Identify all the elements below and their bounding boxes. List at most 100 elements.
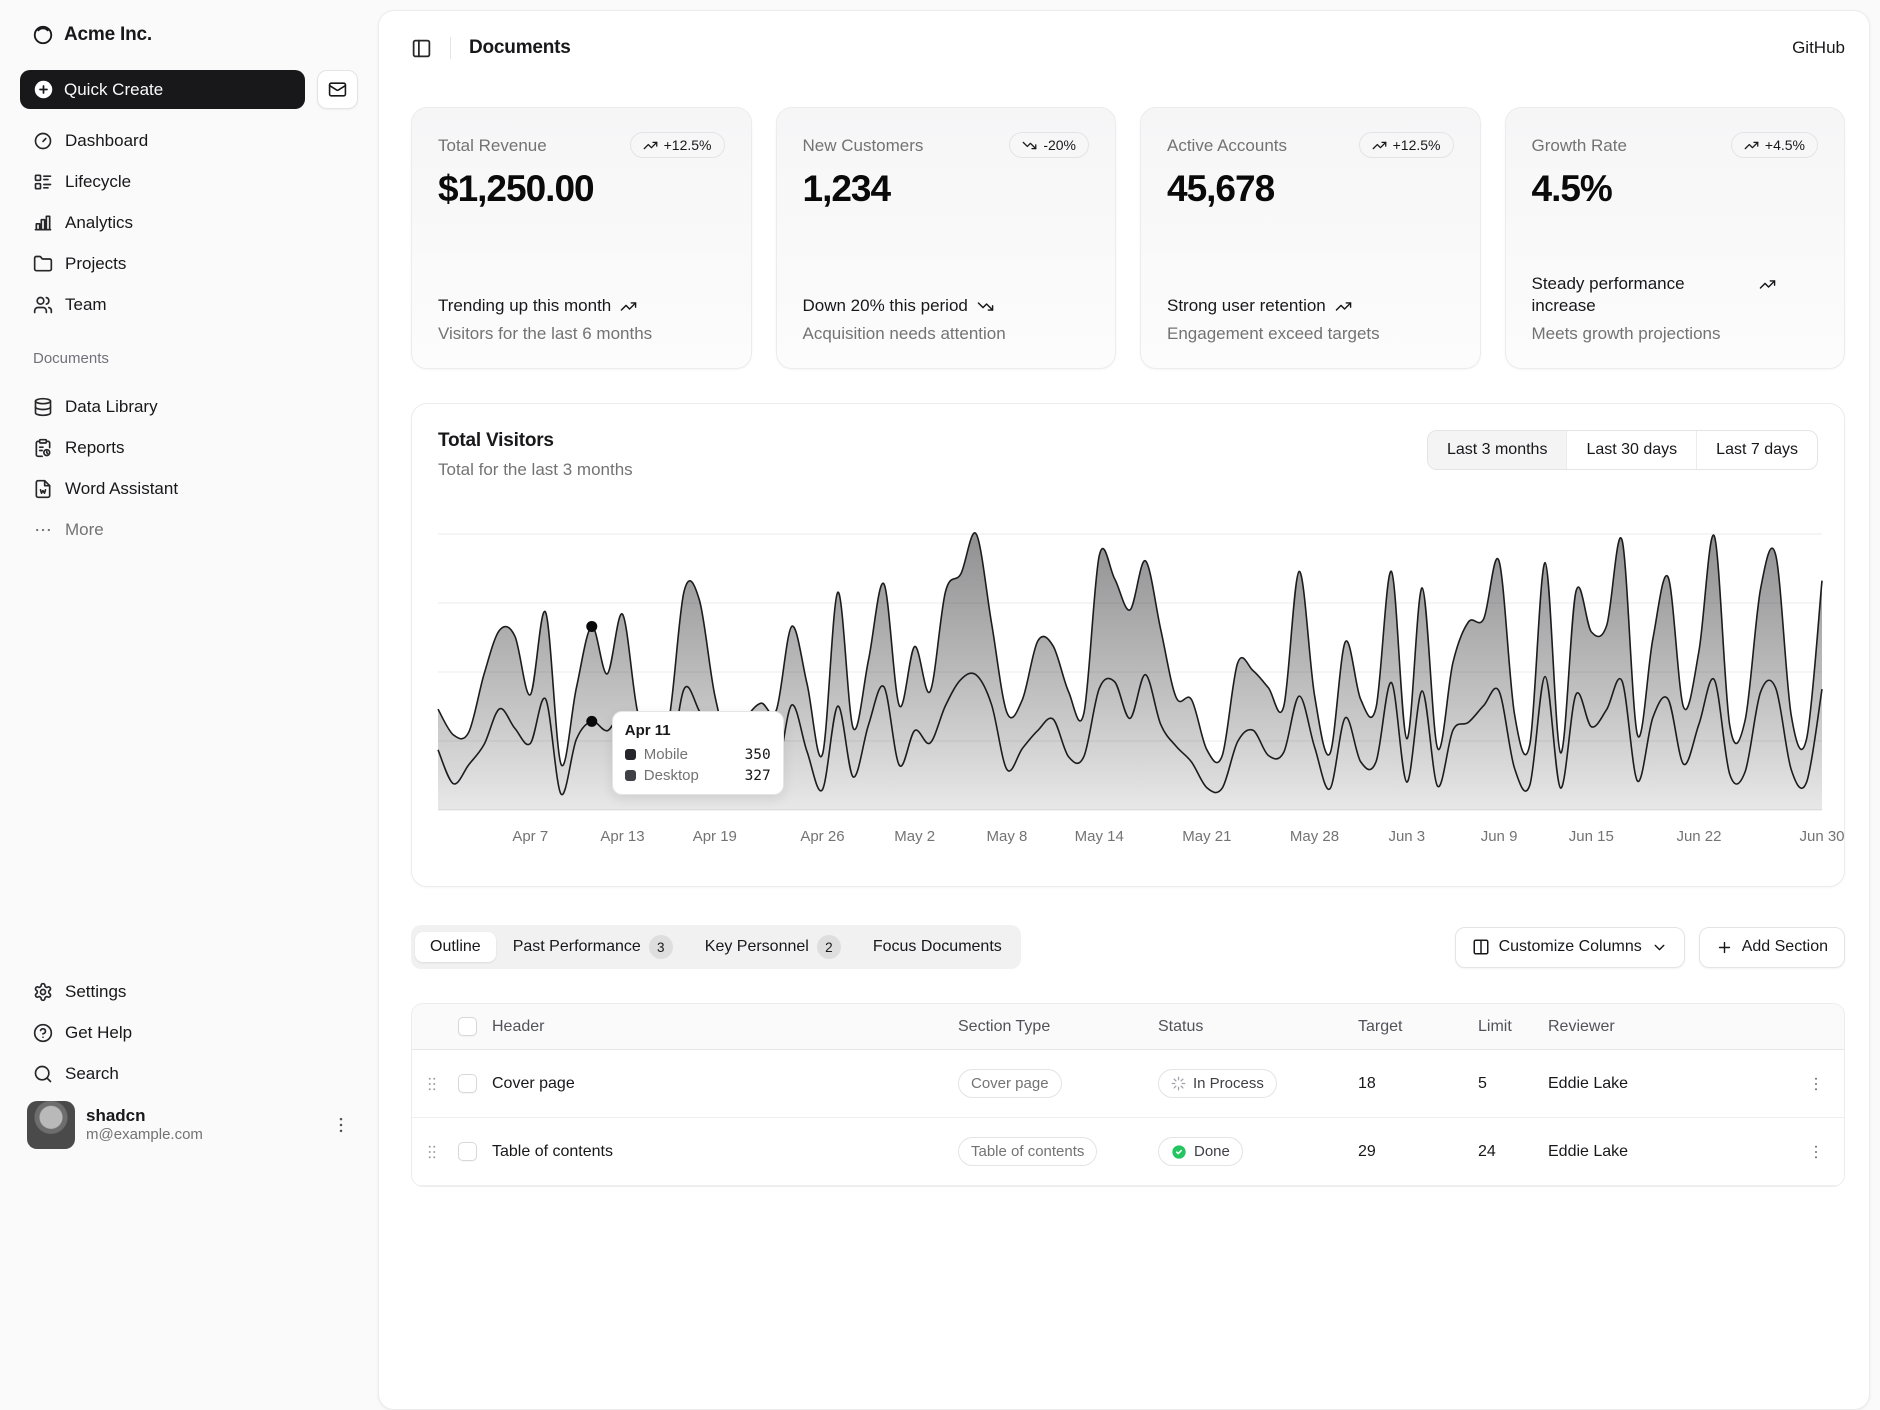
row-reviewer[interactable]: Eddie Lake (1548, 1075, 1788, 1093)
trending-up-icon (1335, 298, 1352, 315)
tab-key-personnel[interactable]: Key Personnel 2 (690, 929, 856, 965)
customize-columns-button[interactable]: Customize Columns (1455, 927, 1685, 968)
tooltip-date: Apr 11 (625, 722, 771, 739)
main-nav: Dashboard Lifecycle Analytics Projects T… (20, 121, 358, 324)
card-label: Total Revenue (438, 132, 547, 156)
row-reviewer[interactable]: Eddie Lake (1548, 1143, 1788, 1161)
sidebar-item-analytics[interactable]: Analytics (20, 203, 358, 242)
row-menu-icon[interactable] (1788, 1075, 1844, 1093)
sidebar-item-data-library[interactable]: Data Library (20, 387, 358, 426)
user-menu[interactable]: shadcn m@example.com (20, 1093, 358, 1157)
table-row[interactable]: Cover page Cover page In Process 18 5 Ed… (412, 1050, 1844, 1118)
range-last-7-days[interactable]: Last 7 days (1696, 431, 1817, 469)
dots-icon (33, 520, 53, 540)
plus-icon (1716, 939, 1733, 956)
row-target[interactable]: 18 (1358, 1075, 1478, 1093)
trending-down-icon (1022, 138, 1037, 153)
x-tick-label: Jun 15 (1569, 828, 1614, 845)
row-limit[interactable]: 24 (1478, 1143, 1548, 1161)
trend-badge: -20% (1009, 132, 1089, 158)
desktop-series-swatch (625, 770, 636, 781)
main-panel: Documents GitHub Total Revenue +12.5% $1… (378, 10, 1870, 1410)
x-tick-label: Jun 22 (1676, 828, 1721, 845)
range-toggle-group: Last 3 months Last 30 days Last 7 days (1427, 430, 1818, 470)
page-title: Documents (469, 37, 571, 59)
sidebar-item-dashboard[interactable]: Dashboard (20, 121, 358, 160)
footer-nav: Settings Get Help Search (20, 972, 358, 1093)
trend-badge: +12.5% (1359, 132, 1454, 158)
section-type-badge: Cover page (958, 1069, 1062, 1098)
sidebar-item-more[interactable]: More (20, 510, 358, 549)
sidebar-item-get-help[interactable]: Get Help (20, 1013, 358, 1052)
sections-table: Header Section Type Status Target Limit … (411, 1003, 1845, 1187)
section-tabs: Outline Past Performance 3 Key Personnel… (411, 925, 1021, 969)
col-reviewer: Reviewer (1548, 1018, 1788, 1036)
row-header[interactable]: Cover page (492, 1075, 958, 1093)
quick-create-button[interactable]: Quick Create (20, 70, 305, 109)
sidebar-item-team[interactable]: Team (20, 285, 358, 324)
github-link[interactable]: GitHub (1792, 38, 1845, 58)
x-tick-label: Apr 7 (512, 828, 548, 845)
row-header[interactable]: Table of contents (492, 1143, 958, 1161)
range-last-30-days[interactable]: Last 30 days (1566, 431, 1696, 469)
select-all-checkbox[interactable] (458, 1017, 477, 1036)
row-checkbox[interactable] (458, 1142, 477, 1161)
add-section-button[interactable]: Add Section (1699, 927, 1845, 968)
trending-down-icon (977, 298, 994, 315)
stat-cards: Total Revenue +12.5% $1,250.00 Trending … (411, 107, 1845, 369)
col-status: Status (1158, 1018, 1358, 1036)
row-checkbox[interactable] (458, 1074, 477, 1093)
x-tick-label: Apr 26 (800, 828, 844, 845)
tab-count-badge: 2 (817, 935, 841, 959)
tab-past-performance[interactable]: Past Performance 3 (498, 929, 688, 965)
card-label: Growth Rate (1532, 132, 1627, 156)
x-axis-labels: Apr 7 Apr 13 Apr 19 Apr 26 May 2 May 8 May 14 M… (438, 828, 1822, 850)
sidebar-item-settings[interactable]: Settings (20, 972, 358, 1011)
x-tick-label: Apr 19 (693, 828, 737, 845)
brand[interactable]: Acme Inc. (20, 14, 358, 56)
col-limit: Limit (1478, 1018, 1548, 1036)
drag-handle-icon[interactable] (412, 1075, 452, 1093)
x-tick-label: May 14 (1075, 828, 1124, 845)
table-row[interactable]: Table of contents Table of contents Done… (412, 1118, 1844, 1186)
x-tick-label: May 2 (894, 828, 935, 845)
more-vertical-icon[interactable] (331, 1115, 351, 1135)
col-target: Target (1358, 1018, 1478, 1036)
trending-up-icon (1759, 276, 1776, 293)
row-limit[interactable]: 5 (1478, 1075, 1548, 1093)
row-target[interactable]: 29 (1358, 1143, 1478, 1161)
row-menu-icon[interactable] (1788, 1143, 1844, 1161)
range-last-3-months[interactable]: Last 3 months (1428, 431, 1567, 469)
inbox-button[interactable] (317, 70, 358, 109)
tab-outline[interactable]: Outline (415, 932, 496, 962)
trending-up-icon (1372, 138, 1387, 153)
x-tick-label: Apr 13 (600, 828, 644, 845)
card-new-customers: New Customers -20% 1,234 Down 20% this p… (776, 107, 1117, 369)
x-tick-label: Jun 3 (1388, 828, 1425, 845)
help-circle-icon (33, 1023, 53, 1043)
area-chart[interactable]: Apr 7 Apr 13 Apr 19 Apr 26 May 2 May 8 May 14 M… (438, 532, 1818, 862)
user-name: shadcn (86, 1105, 320, 1126)
card-label: New Customers (803, 132, 924, 156)
sidebar-item-reports[interactable]: Reports (20, 428, 358, 467)
sidebar-toggle-icon[interactable] (411, 38, 432, 59)
x-tick-label: May 21 (1182, 828, 1231, 845)
sidebar-item-search[interactable]: Search (20, 1054, 358, 1093)
x-tick-label: May 8 (987, 828, 1028, 845)
sidebar-item-lifecycle[interactable]: Lifecycle (20, 162, 358, 201)
file-word-icon (33, 479, 53, 499)
documents-group-label: Documents (33, 350, 345, 367)
topbar: Documents GitHub (411, 11, 1845, 85)
brand-logo-icon (32, 24, 54, 46)
sidebar-item-word-assistant[interactable]: Word Assistant (20, 469, 358, 508)
sidebar-item-projects[interactable]: Projects (20, 244, 358, 283)
chevron-down-icon (1651, 939, 1668, 956)
tab-focus-documents[interactable]: Focus Documents (858, 932, 1017, 962)
mobile-series-swatch (625, 749, 636, 760)
x-tick-label: Jun 9 (1481, 828, 1518, 845)
list-details-icon (33, 172, 53, 192)
col-header: Header (492, 1018, 958, 1036)
columns-icon (1472, 938, 1490, 956)
sidebar: Acme Inc. Quick Create Dashboard Lifecyc… (0, 0, 378, 1175)
drag-handle-icon[interactable] (412, 1143, 452, 1161)
